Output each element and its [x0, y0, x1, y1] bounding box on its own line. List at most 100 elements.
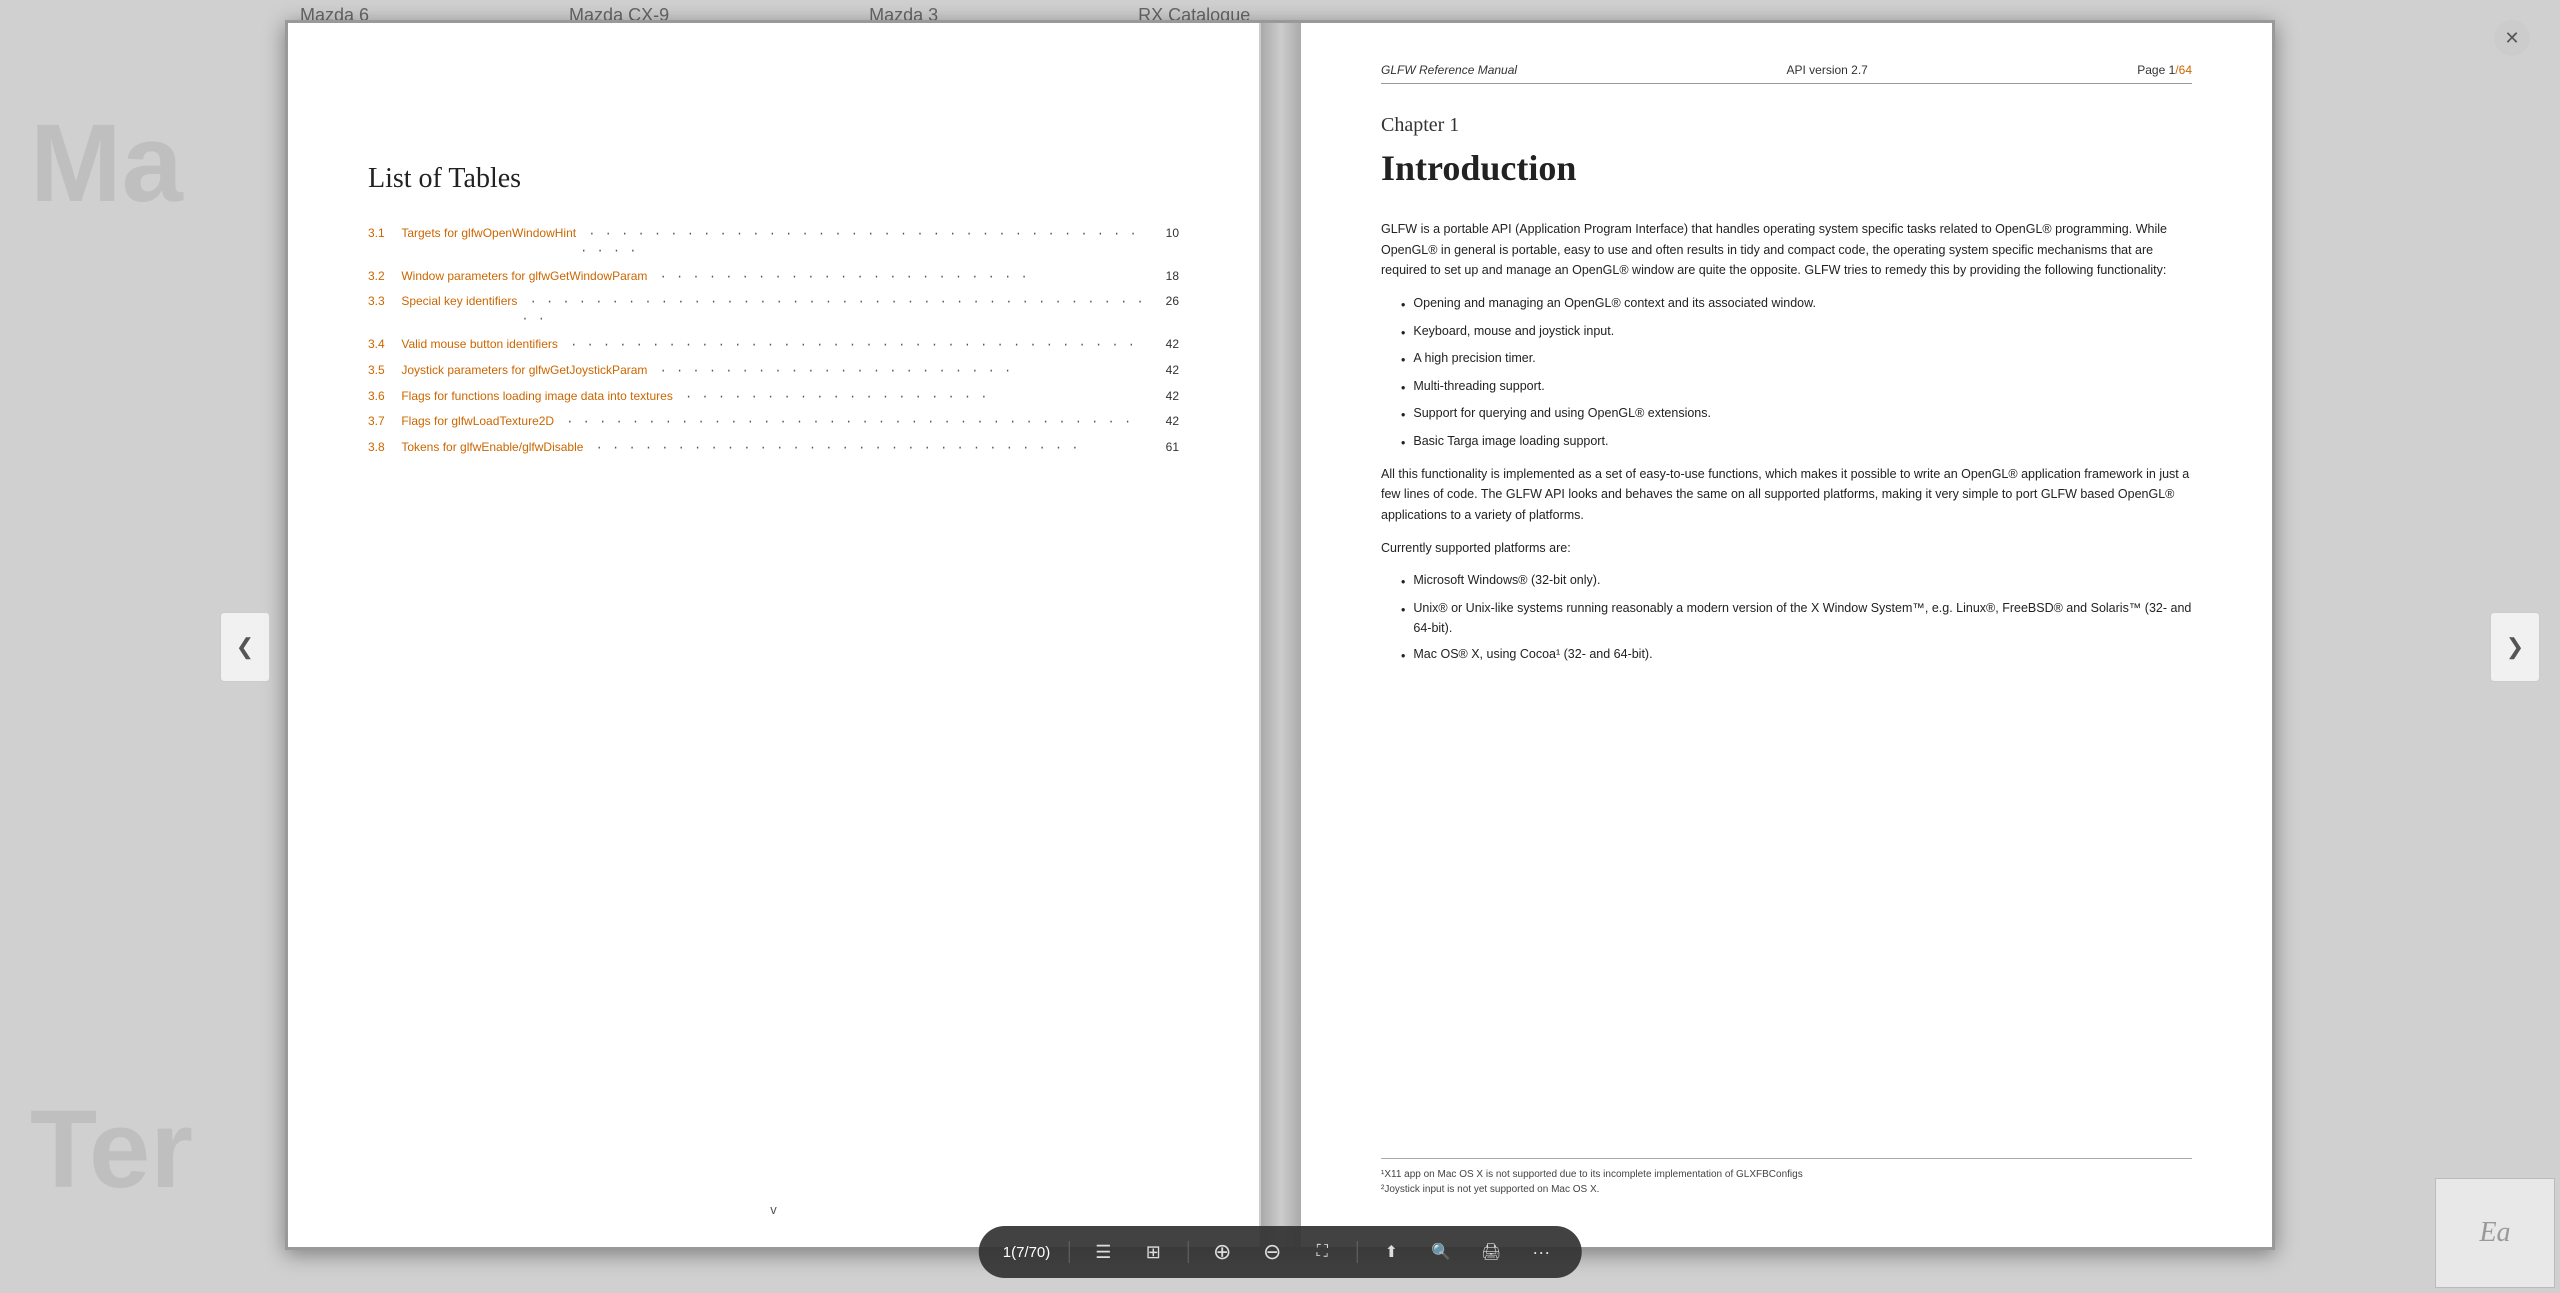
- bottom-right-thumbnail: Ea: [2435, 1178, 2555, 1288]
- toolbar-print-btn[interactable]: 🖨: [1475, 1236, 1507, 1268]
- footnote-text: ²Joystick input is not yet supported on …: [1381, 1182, 2192, 1197]
- toc-num: 3.2: [368, 268, 398, 285]
- toolbar-page-info: 1(7/70): [1003, 1244, 1051, 1261]
- bullet-text: Mac OS® X, using Cocoa¹ (32- and 64-bit)…: [1413, 644, 1652, 665]
- toc-page: 42: [1154, 336, 1179, 353]
- toc-row: 3.2 Window parameters for glfwGetWindowP…: [368, 268, 1179, 286]
- toolbar-divider-2: [1187, 1241, 1188, 1263]
- page-header: GLFW Reference Manual API version 2.7 Pa…: [1381, 63, 2192, 84]
- list-of-tables-heading: List of Tables: [368, 163, 1179, 195]
- toc-dots: · · · · · · · · · · · · · · · · · · · · …: [651, 269, 1150, 286]
- toc-num: 3.8: [368, 439, 398, 456]
- toolbar-zoom-out-btn[interactable]: ⊖: [1256, 1236, 1288, 1268]
- toc-num: 3.4: [368, 336, 398, 353]
- toc-link[interactable]: Tokens for glfwEnable/glfwDisable: [398, 439, 583, 456]
- nav-arrow-right[interactable]: ❯: [2490, 612, 2540, 682]
- feature-bullet-item: • Opening and managing an OpenGL® context…: [1401, 293, 2192, 316]
- platforms-list: • Microsoft Windows® (32-bit only). • Unix®…: [1401, 570, 2192, 667]
- bullet-text: Multi-threading support.: [1413, 376, 1544, 397]
- feature-bullet-item: • Keyboard, mouse and joystick input.: [1401, 321, 2192, 344]
- toc-page: 10: [1154, 225, 1179, 242]
- book-viewer: List of Tables 3.1 Targets for glfwOpenW…: [285, 20, 2275, 1250]
- toc-link[interactable]: Valid mouse button identifiers: [398, 336, 558, 353]
- toc-row: 3.1 Targets for glfwOpenWindowHint · · ·…: [368, 225, 1179, 260]
- bullet-text: Keyboard, mouse and joystick input.: [1413, 321, 1614, 342]
- book-spine: [1261, 23, 1301, 1247]
- platform-bullet-item: • Mac OS® X, using Cocoa¹ (32- and 64-bit…: [1401, 644, 2192, 667]
- toolbar-search-btn[interactable]: 🔍: [1425, 1236, 1457, 1268]
- toolbar-outline-btn[interactable]: ☰: [1087, 1236, 1119, 1268]
- chapter-title: Introduction: [1381, 147, 2192, 189]
- toc-num: 3.3: [368, 293, 398, 310]
- bullet-dot: •: [1401, 646, 1405, 667]
- toc-row: 3.7 Flags for glfwLoadTexture2D · · · · …: [368, 413, 1179, 431]
- bullet-dot: •: [1401, 572, 1405, 593]
- toc-dots: · · · · · · · · · · · · · · · · · · · · …: [558, 414, 1150, 431]
- feature-bullet-item: •Multi-threading support.: [1401, 376, 2192, 399]
- nav-arrow-left[interactable]: ❮: [220, 612, 270, 682]
- toc-page: 18: [1154, 268, 1179, 285]
- bg-watermark-top: Ma: [30, 100, 183, 227]
- feature-bullet-item: • Support for querying and using OpenGL® …: [1401, 403, 2192, 426]
- bullet-text: Microsoft Windows® (32-bit only).: [1413, 570, 1600, 591]
- bullet-text: Support for querying and using OpenGL® e…: [1413, 403, 1711, 424]
- page-header-version: API version 2.7: [1786, 63, 1867, 77]
- bottom-toolbar: 1(7/70) ☰ ⊞ ⊕ ⊖ ⛶ ⬆ 🔍 🖨 ···: [979, 1226, 1582, 1278]
- feature-bullet-item: • A high precision timer.: [1401, 348, 2192, 371]
- toolbar-zoom-in-btn[interactable]: ⊕: [1206, 1236, 1238, 1268]
- toc-row: 3.6 Flags for functions loading image da…: [368, 388, 1179, 406]
- page-header-title: GLFW Reference Manual: [1381, 63, 1517, 77]
- body-paragraph-2: All this functionality is implemented as…: [1381, 464, 2192, 526]
- footnote-text: ¹X11 app on Mac OS X is not supported du…: [1381, 1167, 2192, 1182]
- close-button[interactable]: ✕: [2494, 20, 2530, 56]
- platform-bullet-item: • Unix® or Unix-like systems running reas…: [1401, 598, 2192, 639]
- bullet-dot: •: [1401, 323, 1405, 344]
- toc-dots: · · · · · · · · · · · · · · · · · · · · …: [580, 226, 1150, 260]
- toc-num: 3.5: [368, 362, 398, 379]
- toolbar-fullscreen-btn[interactable]: ⛶: [1306, 1236, 1338, 1268]
- toc-page: 61: [1154, 439, 1179, 456]
- bullet-dot: •: [1401, 350, 1405, 371]
- toc-page: 42: [1154, 413, 1179, 430]
- toc-page: 26: [1154, 293, 1179, 310]
- page-total: 64: [2179, 63, 2192, 77]
- platform-bullet-item: • Microsoft Windows® (32-bit only).: [1401, 570, 2192, 593]
- feature-list: • Opening and managing an OpenGL® context…: [1401, 293, 2192, 454]
- bullet-dot: •: [1401, 405, 1405, 426]
- bullet-text: A high precision timer.: [1413, 348, 1535, 369]
- page-header-pagenum: Page 1/64: [2137, 63, 2192, 77]
- toc-link[interactable]: Flags for functions loading image data i…: [398, 388, 673, 405]
- toc-link[interactable]: Window parameters for glfwGetWindowParam: [398, 268, 647, 285]
- toolbar-share-btn[interactable]: ⬆: [1375, 1236, 1407, 1268]
- bullet-text: Basic Targa image loading support.: [1413, 431, 1608, 452]
- toolbar-divider-1: [1068, 1241, 1069, 1263]
- toolbar-more-btn[interactable]: ···: [1525, 1236, 1557, 1268]
- toolbar-divider-3: [1356, 1241, 1357, 1263]
- feature-bullet-item: • Basic Targa image loading support.: [1401, 431, 2192, 454]
- toc-link[interactable]: Joystick parameters for glfwGetJoystickP…: [398, 362, 647, 379]
- toc-row: 3.3 Special key identifiers · · · · · · …: [368, 293, 1179, 328]
- intro-paragraph: GLFW is a portable API (Application Prog…: [1381, 219, 2192, 281]
- bullet-dot: •: [1401, 600, 1405, 621]
- toc-link[interactable]: Targets for glfwOpenWindowHint: [398, 225, 576, 242]
- toolbar-grid-btn[interactable]: ⊞: [1137, 1236, 1169, 1268]
- toc-page: 42: [1154, 388, 1179, 405]
- bullet-dot: •: [1401, 295, 1405, 316]
- toc-link[interactable]: Flags for glfwLoadTexture2D: [398, 413, 554, 430]
- toc-link[interactable]: Special key identifiers: [398, 293, 517, 310]
- left-page-number: v: [770, 1202, 777, 1217]
- toc-table: 3.1 Targets for glfwOpenWindowHint · · ·…: [368, 225, 1179, 457]
- bullet-text: Opening and managing an OpenGL® context …: [1413, 293, 1816, 314]
- toc-row: 3.4 Valid mouse button identifiers · · ·…: [368, 336, 1179, 354]
- page-right: GLFW Reference Manual API version 2.7 Pa…: [1301, 23, 2272, 1247]
- toc-dots: · · · · · · · · · · · · · · · · · · · · …: [521, 294, 1150, 328]
- toc-num: 3.1: [368, 225, 398, 242]
- bullet-dot: •: [1401, 433, 1405, 454]
- toc-row: 3.5 Joystick parameters for glfwGetJoyst…: [368, 362, 1179, 380]
- toc-dots: · · · · · · · · · · · · · · · · · · · · …: [587, 440, 1150, 457]
- toc-row: 3.8 Tokens for glfwEnable/glfwDisable · …: [368, 439, 1179, 457]
- bullet-text: Unix® or Unix-like systems running reaso…: [1413, 598, 2192, 639]
- thumbnail-text: Ea: [2479, 1217, 2510, 1249]
- page-left: List of Tables 3.1 Targets for glfwOpenW…: [288, 23, 1261, 1247]
- toc-dots: · · · · · · · · · · · · · · · · · · · · …: [562, 337, 1150, 354]
